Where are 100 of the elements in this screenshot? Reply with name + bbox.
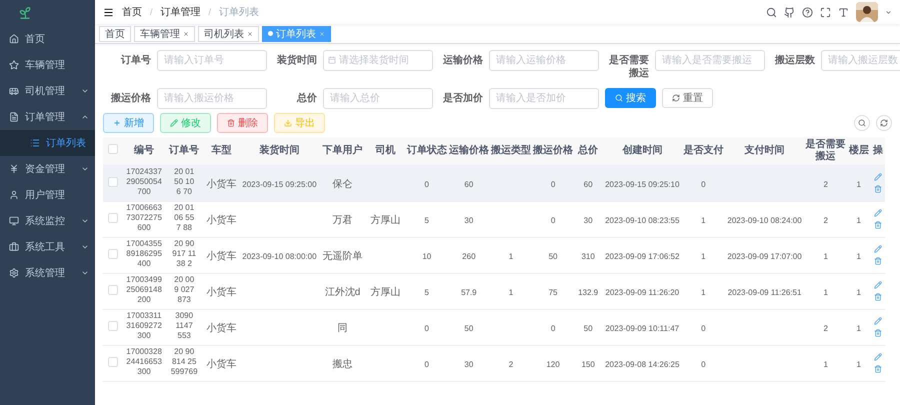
trash-icon[interactable] [874, 221, 882, 229]
table-cell: 30 [464, 360, 474, 370]
input-field[interactable]: 请输入运输价格 [489, 50, 599, 71]
table-cell: 1 [508, 288, 514, 298]
search-button[interactable]: 搜索 [605, 88, 656, 108]
help-icon[interactable] [802, 6, 813, 18]
tab[interactable]: 车辆管理 [134, 26, 195, 42]
table-cell: 5 [424, 216, 429, 226]
input-field[interactable]: 请输入是否加价 [489, 88, 599, 109]
trash-icon[interactable] [874, 293, 882, 301]
sidebar-item[interactable]: 首页 [0, 26, 95, 52]
table-cell: 10 [422, 252, 432, 262]
table-cell: 2023-09-15 09:25:00 [242, 180, 317, 190]
table-cell: 1 [856, 216, 861, 226]
sidebar-item[interactable]: 订单管理 [0, 104, 95, 130]
sidebar-item[interactable]: 系统管理 [0, 260, 95, 286]
table-cell: 50 [548, 252, 558, 262]
checkbox[interactable] [108, 177, 118, 187]
pencil-icon [170, 119, 178, 127]
github-icon[interactable] [784, 6, 795, 18]
trash-icon[interactable] [874, 257, 882, 265]
column-header: 搬运类型 [490, 137, 532, 165]
sidebar-item[interactable]: 系统监控 [0, 208, 95, 234]
table-cell: 50 [464, 324, 474, 334]
field-label: 搬运层数 [774, 54, 815, 67]
fullscreen-icon[interactable] [820, 6, 831, 18]
table-cell-text: 1700331131609272300 [125, 311, 163, 341]
edit-icon[interactable] [874, 173, 882, 181]
field-label: 订单号 [120, 54, 151, 67]
table-cell: 132.9 [578, 288, 598, 298]
trash-icon[interactable] [874, 185, 882, 193]
input-field[interactable]: 请选择装货时间 [323, 50, 433, 71]
table-cell: 小货车 [206, 251, 236, 263]
sidebar-item[interactable]: 资金管理 [0, 156, 95, 182]
column-header: 车型 [203, 137, 240, 165]
table-cell: 0 [424, 324, 429, 334]
table-cell: 小货车 [206, 215, 236, 227]
refresh-icon [672, 94, 680, 102]
table-cell: 方厚山 [370, 287, 401, 299]
edit-icon[interactable] [874, 245, 882, 253]
column-header: 订单号 [165, 137, 204, 165]
sidebar-item[interactable]: 系统工具 [0, 234, 95, 260]
input-field[interactable]: 请输入是否需要搬运 [655, 50, 765, 71]
reset-button[interactable]: 重置 [662, 88, 713, 108]
calendar-icon [328, 56, 336, 64]
edit-icon[interactable] [874, 317, 882, 325]
breadcrumb-item[interactable]: 订单管理 [160, 5, 201, 19]
table-cell: 2023-09-09 11:26:51 [728, 288, 802, 298]
table-cell: 2023-09-09 11:26:20 [605, 288, 680, 298]
checkbox[interactable] [108, 213, 118, 223]
refresh-button[interactable] [876, 115, 892, 131]
table-cell: 20 00 9 027 873 [174, 275, 194, 305]
table-cell: 20 90 814 25 599769 [170, 347, 198, 377]
sidebar-item[interactable]: 车辆管理 [0, 52, 95, 78]
checkbox[interactable] [108, 144, 118, 154]
table-cell: 2023-09-15 09:25:10 [605, 180, 680, 190]
breadcrumb-item[interactable]: 首页 [122, 5, 142, 19]
table-cell: 60 [464, 180, 474, 190]
caret-icon[interactable] [885, 8, 892, 16]
table-cell: 120 [546, 360, 560, 370]
input-field[interactable]: 请输入总价 [323, 88, 433, 109]
column-header: 司机 [366, 137, 406, 165]
field-label: 是否加价 [442, 92, 483, 105]
tab[interactable]: 司机列表 [198, 26, 259, 42]
table-cell: 0 [424, 180, 429, 190]
table-cell: 1 [823, 288, 828, 298]
table-cell-text: 1700435589186295400 [125, 239, 163, 269]
input-field[interactable]: 请输入搬运价格 [157, 88, 267, 109]
sidebar-item[interactable]: 订单列表 [0, 130, 95, 156]
edit-icon[interactable] [874, 353, 882, 361]
search-icon[interactable] [766, 6, 777, 18]
table-cell: 0 [424, 360, 429, 370]
close-icon[interactable] [247, 30, 253, 36]
sidebar-item[interactable]: 司机管理 [0, 78, 95, 104]
list-icon [30, 138, 40, 148]
table-cell: 50 [584, 324, 593, 334]
checkbox[interactable] [108, 357, 118, 367]
edit-icon[interactable] [874, 209, 882, 217]
table-cell: 1 [856, 324, 861, 334]
close-icon[interactable] [183, 30, 189, 36]
tab[interactable]: 首页 [99, 26, 131, 42]
input-field[interactable]: 请输入搬运层数 [821, 50, 900, 71]
trash-icon[interactable] [874, 329, 882, 337]
table-cell: 小货车 [206, 287, 236, 299]
search-toggle-button[interactable] [854, 115, 870, 131]
font-size-icon[interactable] [838, 6, 849, 18]
input-field[interactable]: 请输入订单号 [157, 50, 267, 71]
table-cell: 2023-09-10 08:00:00 [242, 252, 317, 262]
checkbox[interactable] [108, 321, 118, 331]
field-label: 装货时间 [276, 54, 317, 67]
checkbox[interactable] [108, 285, 118, 295]
column-header: 搬运价格 [532, 137, 574, 165]
checkbox[interactable] [108, 249, 118, 259]
table-cell: 2023-09-10 08:24:00 [727, 216, 802, 226]
table-cell-text: 1702433729050054700 [125, 167, 163, 197]
table-cell: 57.9 [461, 288, 477, 298]
edit-icon[interactable] [874, 281, 882, 289]
trash-icon[interactable] [874, 365, 882, 373]
sidebar-item[interactable]: 用户管理 [0, 182, 95, 208]
column-header: 支付时间 [724, 137, 805, 165]
